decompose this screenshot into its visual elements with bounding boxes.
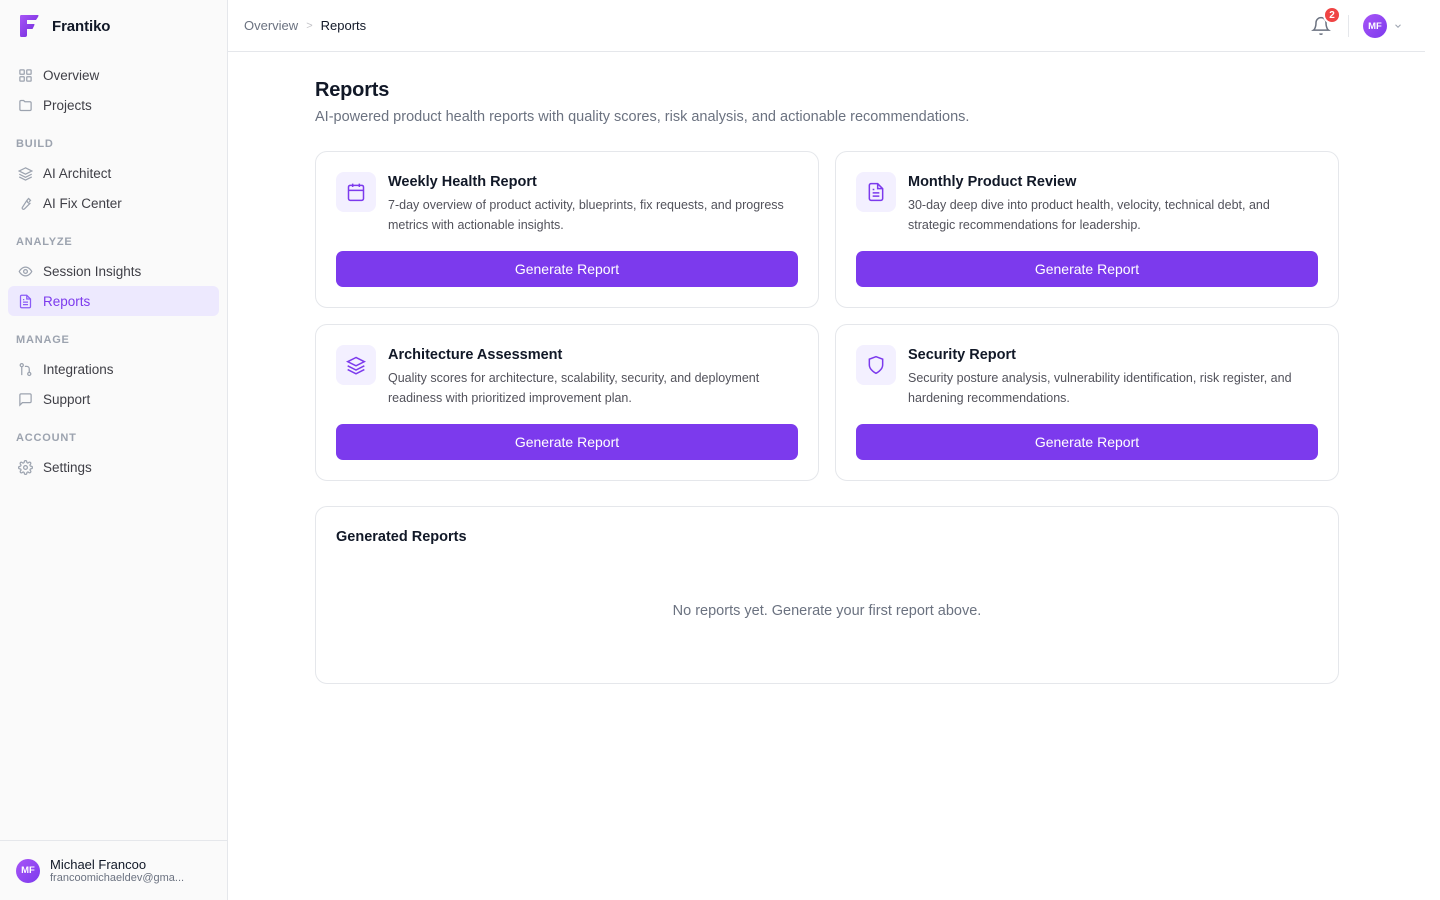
chevron-down-icon [1393,21,1403,31]
nav-section-build: BUILD [16,138,54,150]
calendar-icon [336,172,376,212]
user-menu-button[interactable]: MF [1363,14,1403,38]
gear-icon [18,459,33,475]
empty-state-message: No reports yet. Generate your first repo… [672,603,982,619]
sidebar-item-label: Integrations [43,361,114,377]
nav-section-account: ACCOUNT [16,432,77,444]
sidebar-item-ai-fix-center[interactable]: AI Fix Center [8,188,219,218]
sidebar-user-profile[interactable]: MF Michael Francoo francoomichaeldev@gma… [0,840,227,900]
file-text-icon [18,294,33,309]
generated-reports-title: Generated Reports [336,529,467,545]
sidebar-item-support[interactable]: Support [8,384,219,414]
report-cards: Weekly Health Report 7-day overview of p… [315,151,1339,481]
sidebar-item-overview[interactable]: Overview [8,60,219,90]
breadcrumb: Overview > Reports [244,18,366,33]
generate-weekly-report-button[interactable]: Generate Report [336,251,798,287]
folder-icon [18,98,33,113]
report-card-description: Quality scores for architecture, scalabi… [388,371,760,405]
topbar-actions: 2 MF [1311,0,1403,52]
report-card-architecture: Architecture Assessment Quality scores f… [315,324,819,481]
breadcrumb-separator-icon: > [306,19,313,32]
file-text-icon [856,172,896,212]
sidebar-item-label: Projects [43,97,92,113]
topbar-divider [1348,15,1349,37]
sidebar-item-label: Support [43,391,91,407]
brand[interactable]: Frantiko [0,0,227,52]
sidebar-item-label: Settings [43,459,92,475]
avatar: MF [1363,14,1387,38]
breadcrumb-current: Reports [320,18,367,33]
user-name: Michael Francoo [50,856,147,872]
frantiko-logo-icon [20,15,39,37]
report-card-description: 7-day overview of product activity, blue… [388,198,784,232]
shield-icon [856,345,896,385]
notifications-button[interactable]: 2 [1311,6,1341,36]
grid-icon [18,68,33,83]
report-card-description: Security posture analysis, vulnerability… [908,371,1292,405]
report-card-monthly-review: Monthly Product Review 30-day deep dive … [835,151,1339,308]
breadcrumb-overview[interactable]: Overview [244,18,298,33]
eye-icon [18,264,33,279]
report-card-title: Security Report [908,347,1016,363]
report-card-security: Security Report Security posture analysi… [835,324,1339,481]
message-icon [18,392,33,407]
sidebar-item-label: AI Architect [43,165,112,181]
report-card-title: Monthly Product Review [908,174,1077,190]
avatar: MF [16,858,40,883]
sidebar-item-label: Reports [43,293,91,309]
notification-count-badge: 2 [1323,6,1341,24]
sidebar-item-session-insights[interactable]: Session Insights [8,256,219,286]
topbar: Overview > Reports 2 MF [228,0,1425,52]
layers-icon [18,166,33,181]
sidebar-item-integrations[interactable]: Integrations [8,354,219,384]
report-card-description: 30-day deep dive into product health, ve… [908,198,1270,232]
sidebar: Frantiko Overview Projects BUILD AI Arch… [0,0,228,900]
nav-section-manage: MANAGE [16,334,70,346]
brand-name: Frantiko [52,17,111,35]
wrench-icon [18,196,33,211]
report-card-weekly-health: Weekly Health Report 7-day overview of p… [315,151,819,308]
report-card-title: Weekly Health Report [388,174,537,190]
report-card-title: Architecture Assessment [388,347,563,363]
page-title: Reports [315,79,390,101]
main-content: Reports AI-powered product health report… [315,78,1339,684]
git-icon [18,362,33,377]
generated-reports-panel: Generated Reports No reports yet. Genera… [315,506,1339,684]
generate-architecture-report-button[interactable]: Generate Report [336,424,798,460]
sidebar-item-label: AI Fix Center [43,195,122,211]
generate-monthly-report-button[interactable]: Generate Report [856,251,1318,287]
sidebar-nav: Overview Projects BUILD AI Architect AI … [0,52,227,482]
nav-section-analyze: ANALYZE [16,236,73,248]
sidebar-item-label: Overview [43,67,100,83]
layers-icon [336,345,376,385]
generate-security-report-button[interactable]: Generate Report [856,424,1318,460]
sidebar-item-reports[interactable]: Reports [8,286,219,316]
sidebar-item-label: Session Insights [43,263,142,279]
user-email: francoomichaeldev@gma... [50,871,185,884]
sidebar-item-projects[interactable]: Projects [8,90,219,120]
sidebar-item-settings[interactable]: Settings [8,452,219,482]
page-subtitle: AI-powered product health reports with q… [315,109,970,125]
sidebar-item-ai-architect[interactable]: AI Architect [8,158,219,188]
